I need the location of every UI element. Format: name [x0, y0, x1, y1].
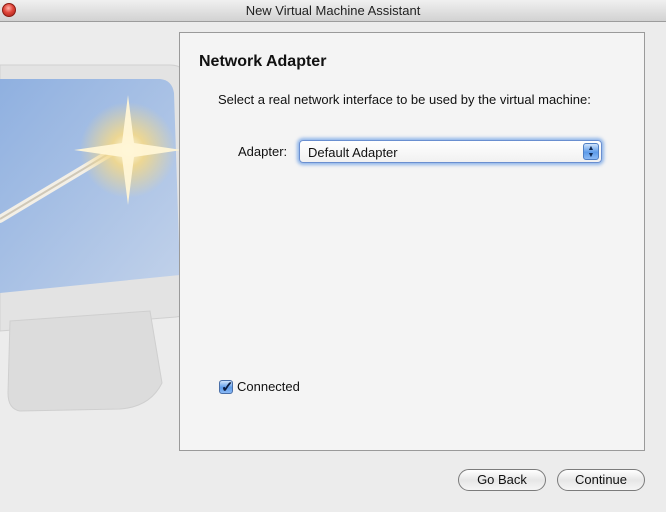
instruction-text: Select a real network interface to be us… — [218, 92, 591, 107]
continue-button[interactable]: Continue — [557, 469, 645, 491]
window-title: New Virtual Machine Assistant — [245, 3, 421, 18]
up-down-arrows-icon: ▲ ▼ — [583, 143, 599, 160]
connected-checkbox[interactable]: ✓ — [219, 379, 234, 396]
window: New Virtual Machine Assistant Network Ad… — [0, 0, 666, 512]
network-adapter-panel: Network Adapter Select a real network in… — [179, 32, 645, 451]
page-title: Network Adapter — [199, 53, 327, 70]
adapter-select[interactable]: Default Adapter ▲ ▼ — [299, 140, 602, 163]
checkmark-icon: ✓ — [221, 379, 234, 396]
title-bar: New Virtual Machine Assistant — [0, 0, 666, 22]
wizard-monitor-illustration — [0, 64, 199, 412]
connected-label[interactable]: Connected — [237, 379, 300, 394]
go-back-button[interactable]: Go Back — [458, 469, 546, 491]
adapter-select-value: Default Adapter — [308, 145, 398, 160]
adapter-label: Adapter: — [238, 144, 288, 159]
